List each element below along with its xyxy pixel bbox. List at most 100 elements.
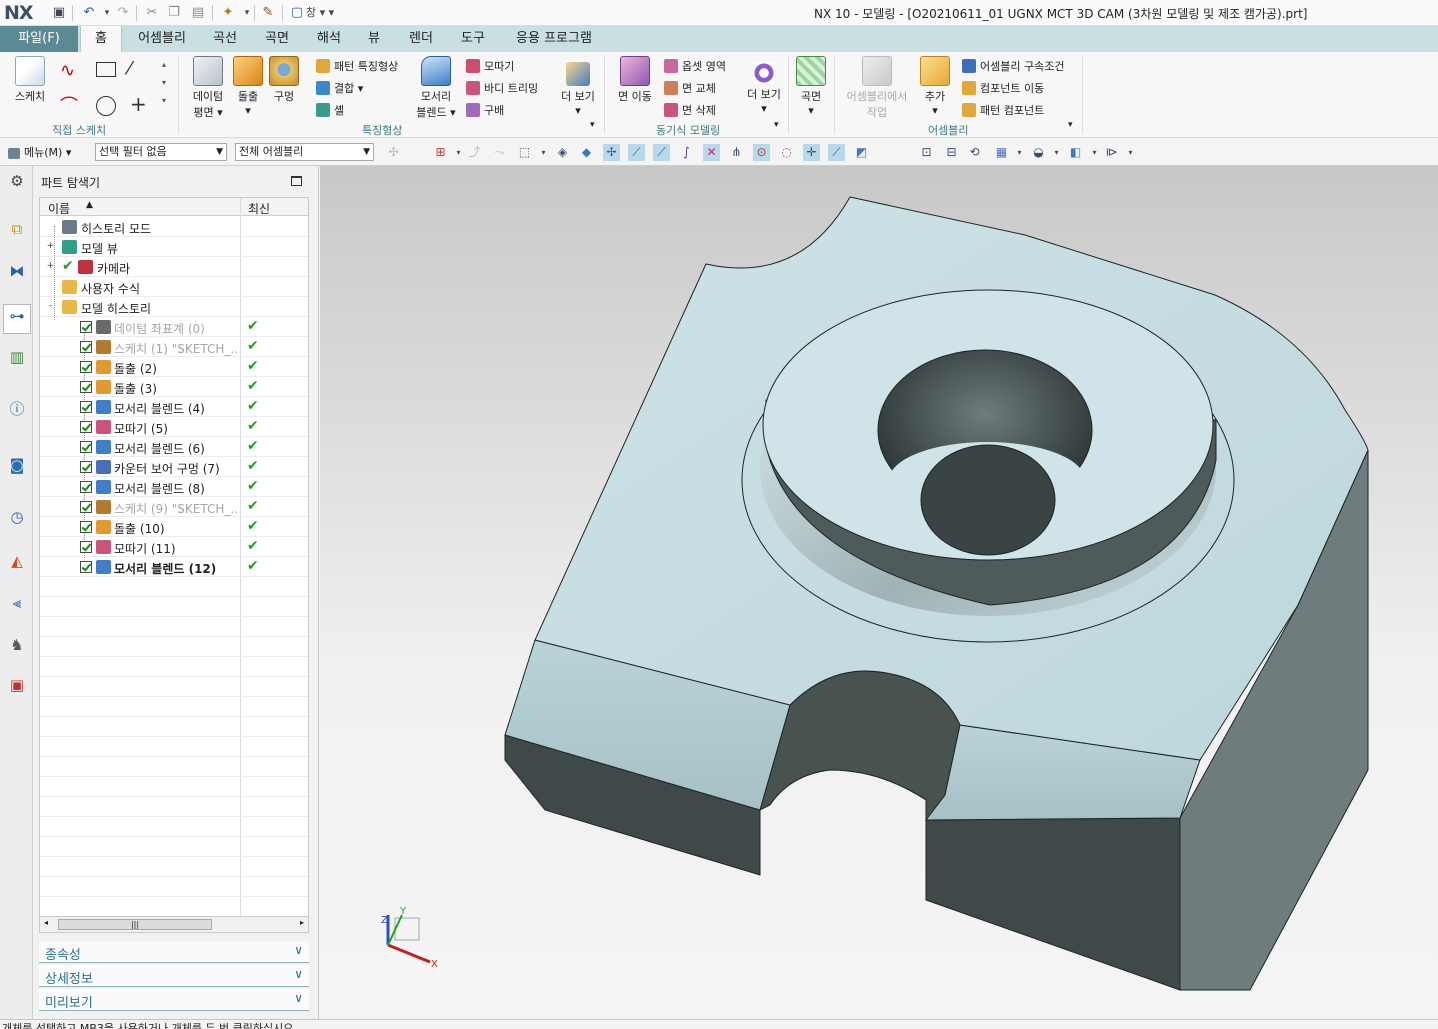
point-on-curve-icon[interactable]: ⟋ xyxy=(828,144,845,161)
window-icon[interactable]: ▢ xyxy=(288,4,306,22)
history-icon[interactable]: ◷ xyxy=(6,506,28,528)
more-sync-button[interactable]: 더 보기 ▾ xyxy=(742,56,786,115)
undo-icon[interactable]: ↶ xyxy=(80,4,98,22)
circle-center-icon[interactable]: ⊙ xyxy=(753,144,770,161)
feature-row[interactable]: 모따기 (5) ✔ xyxy=(40,417,308,437)
palette-icon[interactable]: ▣ xyxy=(6,674,28,696)
column-header-latest[interactable]: 최신 xyxy=(248,200,270,217)
cut-icon[interactable]: ✂ xyxy=(143,4,161,22)
edge-blend-button[interactable]: 모서리 블렌드 ▾ xyxy=(414,56,458,120)
orient-view-icon[interactable]: ▦ xyxy=(993,144,1010,161)
feature-checkbox[interactable] xyxy=(80,541,92,553)
point-icon[interactable]: + xyxy=(130,92,147,116)
rotate-icon[interactable]: ⟲ xyxy=(966,144,983,161)
hole-button[interactable]: 구멍 xyxy=(268,56,300,104)
zoom-icon[interactable]: ⊟ xyxy=(943,144,960,161)
add-component-button[interactable]: 추가 ▾ xyxy=(916,56,954,117)
feature-row[interactable]: 모서리 블렌드 (12) ✔ xyxy=(40,557,308,577)
feature-checkbox[interactable] xyxy=(80,401,92,413)
more-feature-button[interactable]: 더 보기 ▾ xyxy=(556,56,600,117)
surface-button[interactable]: 곡면 ▾ xyxy=(792,56,830,117)
control-point-icon[interactable]: ∫ xyxy=(678,144,695,161)
paste-icon[interactable]: ▤ xyxy=(189,4,207,22)
fit-view-icon[interactable]: ⊡ xyxy=(918,144,935,161)
graphics-window[interactable]: Z X Y xyxy=(320,166,1438,1019)
assembly-constraints-button[interactable]: 어셈블리 구속조건 xyxy=(962,58,1064,74)
work-in-assembly-button[interactable]: 어셈블리에서 작업 xyxy=(842,56,912,120)
feature-checkbox[interactable] xyxy=(80,461,92,473)
feature-checkbox[interactable] xyxy=(80,501,92,513)
file-menu-tab[interactable]: 파일(F) xyxy=(0,26,78,52)
visibility-icon[interactable]: ◧ xyxy=(1067,144,1084,161)
draft-button[interactable]: 구배 xyxy=(466,102,504,118)
visibility-dropdown-icon[interactable]: ▾ xyxy=(1086,144,1103,161)
unite-button[interactable]: 결합 ▾ xyxy=(316,80,363,96)
sketch-gallery-scroll[interactable]: ▴ ▾ ▾ xyxy=(162,56,166,110)
intersection-point-icon[interactable]: ✕ xyxy=(703,144,720,161)
delete-face-button[interactable]: 면 삭제 xyxy=(664,102,716,118)
offset-region-button[interactable]: 옵셋 영역 xyxy=(664,58,726,74)
chamfer-button[interactable]: 모따기 xyxy=(466,58,514,74)
part-model[interactable]: Z X Y xyxy=(320,166,1438,1019)
show-hide-icon[interactable]: ⧐ xyxy=(1103,144,1120,161)
arc-center-icon[interactable]: ⋔ xyxy=(728,144,745,161)
tab-surface[interactable]: 곡면 xyxy=(254,26,300,52)
feature-selection-icon[interactable]: ⤳ xyxy=(491,144,508,161)
feature-row[interactable]: 돌출 (10) ✔ xyxy=(40,517,308,537)
pattern-feature-button[interactable]: 패턴 특징형상 xyxy=(316,58,398,74)
select-face-icon[interactable]: ◆ xyxy=(578,144,595,161)
type-filter-dropdown[interactable]: 선택 필터 없음 ▼ xyxy=(95,143,227,161)
display-style-icon[interactable]: ◒ xyxy=(1030,144,1047,161)
move-face-button[interactable]: 면 이동 xyxy=(612,56,658,104)
feature-row[interactable]: 모서리 블렌드 (8) ✔ xyxy=(40,477,308,497)
feature-dropdown-icon[interactable]: ▾ xyxy=(450,144,467,161)
rectangle-select-dropdown-icon[interactable]: ▾ xyxy=(535,144,552,161)
web-browser-icon[interactable]: ◙ xyxy=(6,454,28,476)
process-studio-icon[interactable]: ◭ xyxy=(6,550,28,572)
details-panel[interactable]: 상세정보 ∨ xyxy=(39,965,309,987)
quadrant-point-icon[interactable]: ◌ xyxy=(778,144,795,161)
feature-row[interactable]: 스케치 (9) "SKETCH_... ✔ xyxy=(40,497,308,517)
sync-group-dropdown[interactable]: ▾ xyxy=(774,120,779,130)
general-selection-icon[interactable]: ✣ xyxy=(385,144,402,161)
redo-icon[interactable]: ↷ xyxy=(114,4,132,22)
profile-icon[interactable]: ∿ xyxy=(60,60,75,81)
feature-checkbox[interactable] xyxy=(80,321,92,333)
part-navigator-icon[interactable]: ⊶ xyxy=(3,304,31,334)
tree-node[interactable]: + 모델 뷰 xyxy=(40,237,308,257)
arc-icon[interactable]: ⌒ xyxy=(60,92,78,118)
circle-icon[interactable] xyxy=(96,96,116,116)
feature-checkbox[interactable] xyxy=(80,441,92,453)
replace-face-button[interactable]: 면 교체 xyxy=(664,80,716,96)
sketch-button[interactable]: 스케치 xyxy=(8,56,52,104)
move-component-button[interactable]: 컴포넌트 이동 xyxy=(962,80,1044,96)
feature-checkbox[interactable] xyxy=(80,481,92,493)
feature-row[interactable]: 모따기 (11) ✔ xyxy=(40,537,308,557)
roles-icon[interactable]: ⫷ xyxy=(6,592,28,614)
tab-home[interactable]: 홈 xyxy=(80,26,122,52)
rectangle-icon[interactable] xyxy=(96,62,116,77)
feature-row[interactable]: 모서리 블렌드 (4) ✔ xyxy=(40,397,308,417)
repeat-command-icon[interactable]: ✦ xyxy=(219,4,237,22)
scrollbar-thumb[interactable]: ||| xyxy=(58,919,212,930)
collapse-icon[interactable]: - xyxy=(46,302,55,311)
checkmark-icon[interactable]: ✔ xyxy=(62,258,74,274)
system-visualization-icon[interactable]: ♞ xyxy=(6,634,28,656)
pattern-component-button[interactable]: 패턴 컴포넌트 xyxy=(962,102,1044,118)
datum-plane-button[interactable]: 데이텀 평면 ▾ xyxy=(186,56,230,120)
feature-checkbox[interactable] xyxy=(80,421,92,433)
assembly-navigator-icon[interactable]: ⧉ xyxy=(6,218,28,240)
menu-button[interactable]: 메뉴(M) ▾ xyxy=(8,144,71,160)
shell-button[interactable]: 셸 xyxy=(316,102,344,118)
snap-point-toggle-icon[interactable]: ✢ xyxy=(603,144,620,161)
touch-mode-icon[interactable]: ✎ xyxy=(259,4,277,22)
trim-body-button[interactable]: 바디 트리밍 xyxy=(466,80,538,96)
feature-group-dropdown[interactable]: ▾ xyxy=(590,120,595,130)
tab-tools[interactable]: 도구 xyxy=(450,26,496,52)
maximize-icon[interactable] xyxy=(291,176,302,186)
reuse-library-icon[interactable]: ▥ xyxy=(6,346,28,368)
feature-row[interactable]: 돌출 (2) ✔ xyxy=(40,357,308,377)
tree-node[interactable]: - 모델 히스토리 xyxy=(40,297,308,317)
tab-analysis[interactable]: 해석 xyxy=(306,26,352,52)
end-point-icon[interactable]: ⟋ xyxy=(628,144,645,161)
